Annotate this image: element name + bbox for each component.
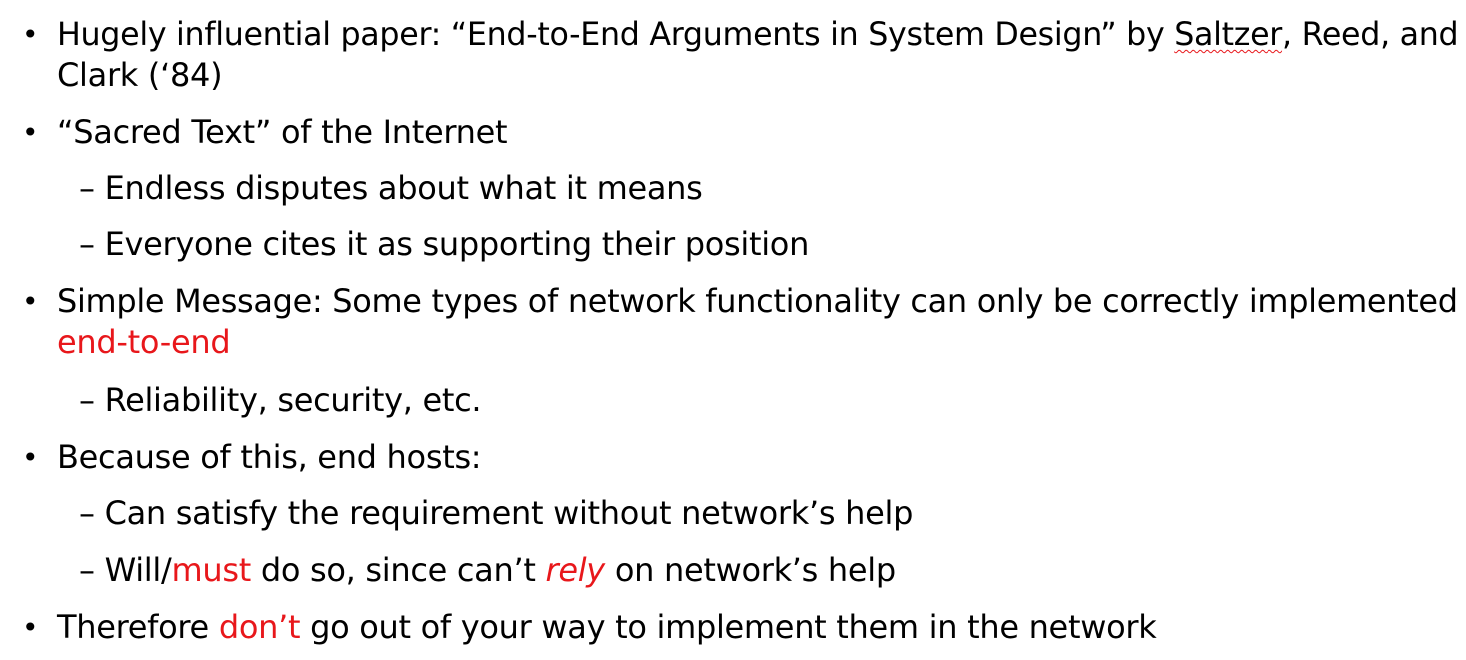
- subbullet-will-must: – Will/must do so, since can’t rely on n…: [79, 550, 896, 591]
- bullet-paper-line2: Clark (‘84): [57, 56, 223, 94]
- author-saltzer: Saltzer: [1174, 15, 1283, 53]
- do-so-text: do so, since can’t: [250, 551, 546, 589]
- rely-emphasis: rely: [545, 551, 605, 589]
- bullet-because-of-this: Because of this, end hosts:: [57, 438, 482, 476]
- subbullet-everyone-cites: – Everyone cites it as supporting their …: [79, 225, 810, 263]
- network-help-text: on network’s help: [604, 551, 896, 589]
- bullet-dot: •: [22, 18, 39, 51]
- bullet-simple-message-line1: Simple Message: Some types of network fu…: [57, 282, 1458, 320]
- paper-intro-text: Hugely influential paper: “End-to-End Ar…: [57, 15, 1175, 53]
- slide: • Hugely influential paper: “End-to-End …: [0, 0, 1466, 660]
- go-out-text: go out of your way to implement them in …: [300, 608, 1157, 646]
- authors-rest: , Reed, and: [1282, 15, 1459, 53]
- bullet-dot: •: [22, 611, 39, 644]
- bullet-paper-line1: Hugely influential paper: “End-to-End Ar…: [57, 14, 1459, 55]
- therefore-text: Therefore: [57, 608, 219, 646]
- bullet-simple-message-line2: end-to-end: [57, 323, 231, 361]
- subbullet-endless-disputes: – Endless disputes about what it means: [79, 169, 703, 207]
- will-text: – Will/: [79, 551, 172, 589]
- bullet-dot: •: [22, 441, 39, 474]
- must-emphasis: must: [171, 551, 251, 589]
- bullet-therefore: Therefore don’t go out of your way to im…: [57, 607, 1157, 648]
- bullet-dot: •: [22, 285, 39, 318]
- subbullet-can-satisfy: – Can satisfy the requirement without ne…: [79, 494, 914, 532]
- bullet-dot: •: [22, 116, 39, 149]
- dont-emphasis: don’t: [218, 608, 301, 646]
- subbullet-reliability: – Reliability, security, etc.: [79, 381, 482, 419]
- bullet-sacred-text: “Sacred Text” of the Internet: [57, 113, 508, 151]
